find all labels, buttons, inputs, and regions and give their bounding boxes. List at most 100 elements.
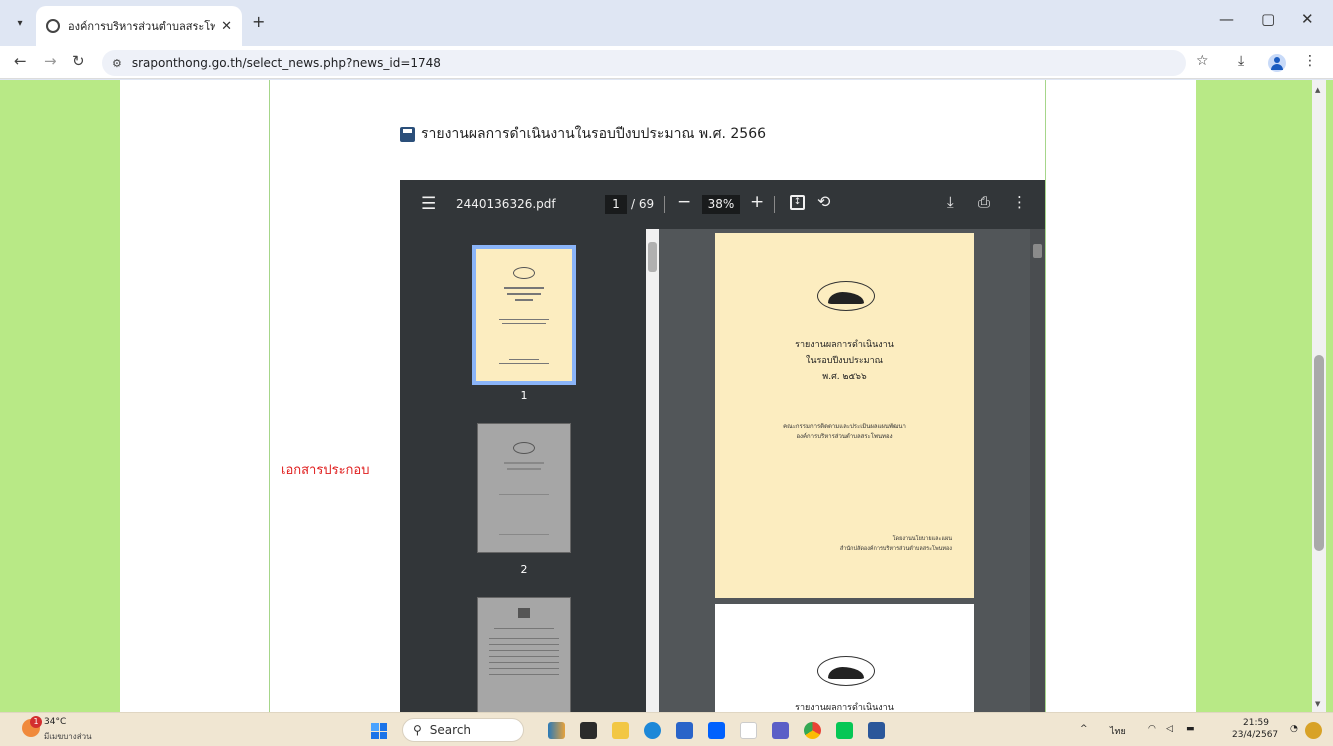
dropbox-icon[interactable] [708, 722, 725, 739]
task-view-icon[interactable] [580, 722, 597, 739]
back-icon[interactable]: ← [14, 52, 27, 70]
profile-icon[interactable] [1268, 54, 1286, 72]
store-icon[interactable] [676, 722, 693, 739]
pdf-menu-icon[interactable]: ☰ [421, 194, 436, 214]
site-info-icon[interactable]: ⚙ [112, 57, 122, 70]
volume-icon[interactable]: ◁ [1166, 724, 1173, 734]
save-disk-icon [400, 126, 415, 142]
download-icon[interactable]: ⤓ [1238, 53, 1244, 69]
mini-text-line [489, 668, 559, 669]
weather-desc[interactable]: มีเมฆบางส่วน [44, 730, 92, 743]
minimize-icon[interactable]: — [1219, 10, 1234, 28]
seal-mountain [828, 667, 864, 679]
zoom-input[interactable]: 38% [702, 195, 740, 214]
pdf-toolbar: ☰ 2440136326.pdf 1 / 69 − 38% + ↕ ⟲ ⤓ ⎙ … [400, 180, 1045, 229]
page-footer: สำนักปลัดองค์การบริหารส่วนตำบลสระโพนทอง [839, 546, 952, 552]
weather-temp[interactable]: 34°C [44, 717, 66, 727]
taskbar-search[interactable]: ⚲ Search [402, 718, 524, 742]
organization-seal [817, 281, 875, 311]
new-tab-button[interactable]: + [252, 12, 265, 31]
url-text[interactable]: sraponthong.go.th/select_news.php?news_i… [132, 56, 441, 70]
report-heading-text: รายงานผลการดำเนินงานในรอบปีงบประมาณ พ.ศ.… [421, 126, 767, 142]
page-title-line: ในรอบปีงบประมาณ [805, 356, 884, 366]
close-window-icon[interactable]: ✕ [1301, 10, 1314, 28]
address-bar[interactable]: ⚙ sraponthong.go.th/select_news.php?news… [102, 50, 1186, 76]
search-label: Search [429, 723, 472, 737]
mini-text-line [489, 662, 559, 663]
tab-title: องค์การบริหารส่วนตำบลสระโพนทอง [68, 20, 216, 33]
start-button[interactable] [371, 723, 387, 739]
mini-text-line [502, 323, 546, 324]
thumbnail-page-1[interactable] [472, 245, 576, 385]
thumbnail-number: 1 [520, 389, 528, 402]
thumbnail-number: 2 [520, 563, 528, 576]
more-icon[interactable]: ⋮ [1303, 53, 1317, 69]
edge-browser-icon[interactable] [644, 722, 661, 739]
clock-date[interactable]: 23/4/2567 [1232, 730, 1278, 740]
scroll-up-icon[interactable]: ▲ [1315, 86, 1320, 94]
forward-icon[interactable]: → [44, 52, 57, 70]
pdf-more-icon[interactable]: ⋮ [1012, 193, 1027, 211]
organization-seal [817, 656, 875, 686]
mini-seal [513, 442, 535, 454]
thumbnail-scroll-thumb[interactable] [648, 242, 657, 272]
pdf-main-scrollbar[interactable] [1030, 229, 1045, 712]
page-scroll-thumb[interactable] [1314, 355, 1324, 551]
scroll-down-icon[interactable]: ▼ [1315, 700, 1320, 708]
line-icon[interactable] [836, 722, 853, 739]
mini-emblem [518, 608, 530, 618]
bookmark-star-icon[interactable]: ☆ [1196, 53, 1209, 69]
tab-close-icon[interactable]: ✕ [221, 19, 232, 34]
zoom-out-button[interactable]: − [677, 192, 691, 212]
seal-mountain [828, 292, 864, 304]
reload-icon[interactable]: ↻ [72, 52, 85, 70]
thumbnail-page-3[interactable] [477, 597, 571, 712]
fit-page-icon[interactable]: ↕ [790, 195, 805, 210]
battery-icon[interactable]: ▬ [1186, 724, 1195, 734]
amazon-icon[interactable] [740, 722, 757, 739]
page-viewport: รายงานผลการดำเนินงานในรอบปีงบประมาณ พ.ศ.… [0, 80, 1333, 712]
pdf-page-1: รายงานผลการดำเนินงาน ในรอบปีงบประมาณ พ.ศ… [715, 233, 974, 598]
pdf-viewer[interactable]: ☰ 2440136326.pdf 1 / 69 − 38% + ↕ ⟲ ⤓ ⎙ … [400, 180, 1045, 712]
pdf-download-icon[interactable]: ⤓ [947, 193, 954, 211]
mini-text-line [504, 287, 544, 289]
browser-toolbar: ← → ↻ ⚙ sraponthong.go.th/select_news.ph… [0, 46, 1333, 79]
windows-taskbar: 1 34°C มีเมฆบางส่วน ⚲ Search ^ ไทย ◠ ◁ ▬… [0, 712, 1333, 746]
chrome-icon[interactable] [804, 722, 821, 739]
teams-icon[interactable] [772, 722, 789, 739]
browser-tab[interactable]: องค์การบริหารส่วนตำบลสระโพนทอง ✕ [36, 6, 242, 46]
toolbar-divider [774, 196, 775, 213]
input-language[interactable]: ไทย [1110, 724, 1126, 738]
word-icon[interactable] [868, 722, 885, 739]
mini-text-line [489, 638, 559, 639]
mini-text-line [489, 656, 559, 657]
mini-text-line [507, 468, 541, 470]
thumbnail-page-2[interactable] [477, 423, 571, 553]
wifi-icon[interactable]: ◠ [1148, 724, 1156, 734]
mini-text-line [489, 674, 559, 675]
mini-text-line [499, 494, 549, 495]
mini-text-line [489, 644, 559, 645]
clock-time[interactable]: 21:59 [1243, 718, 1269, 728]
pdf-main-scroll-thumb[interactable] [1033, 244, 1042, 258]
page-footer: โดยงานนโยบายและแผน [892, 536, 952, 542]
restore-icon[interactable]: ▢ [1261, 10, 1275, 28]
mini-text-line [507, 293, 541, 295]
rotate-icon[interactable]: ⟲ [817, 192, 830, 211]
widgets-app-icon[interactable] [548, 722, 565, 739]
pdf-page-input[interactable]: 1 [605, 195, 627, 214]
mini-text-line [499, 534, 549, 535]
mini-seal [513, 267, 535, 279]
file-explorer-icon[interactable] [612, 722, 629, 739]
tray-overflow-icon[interactable]: ^ [1080, 724, 1088, 734]
mini-text-line [499, 319, 549, 320]
notification-bell-icon[interactable]: ◔ [1290, 724, 1298, 734]
zoom-in-button[interactable]: + [750, 192, 764, 212]
copilot-icon[interactable] [1305, 722, 1322, 739]
pdf-page-2: รายงานผลการดำเนินงาน [715, 604, 974, 712]
print-icon[interactable]: ⎙ [978, 193, 990, 211]
tab-search-menu-icon[interactable]: ▾ [10, 13, 30, 33]
page-subtitle: คณะกรรมการติดตามและประเมินผลแผนพัฒนา [783, 423, 906, 430]
thumbnail-scrollbar[interactable] [646, 229, 659, 712]
report-heading[interactable]: รายงานผลการดำเนินงานในรอบปีงบประมาณ พ.ศ.… [400, 123, 766, 145]
